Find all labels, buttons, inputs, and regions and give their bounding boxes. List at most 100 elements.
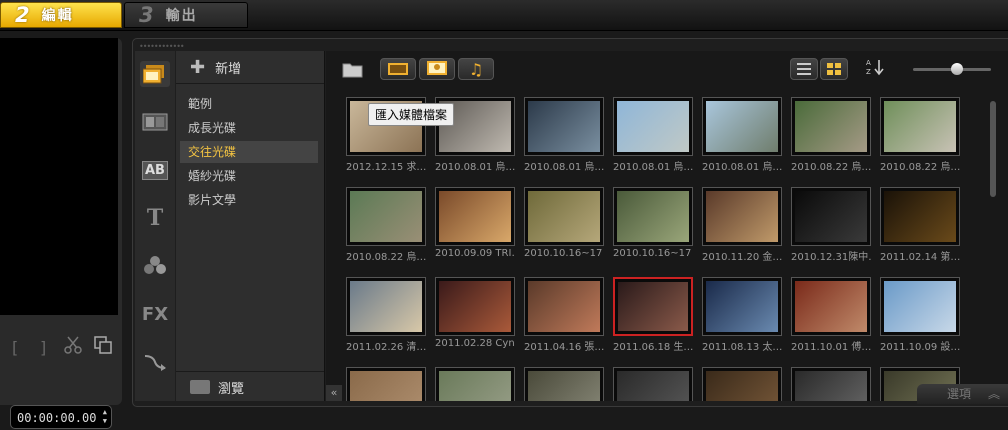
grid-view-icon xyxy=(827,60,841,79)
media-thumbnail[interactable] xyxy=(702,367,782,401)
folder-item[interactable]: 成長光碟 xyxy=(180,117,318,139)
thumbnail-image xyxy=(528,191,600,242)
media-thumbnail[interactable] xyxy=(702,277,782,336)
media-thumbnail[interactable] xyxy=(435,277,515,336)
step-label: 編輯 xyxy=(41,8,74,24)
thumbnail-caption: 2011.02.26 清… xyxy=(346,342,426,353)
media-thumbnail[interactable] xyxy=(613,97,693,156)
thumbnail-caption: 2010.12.31陳中… xyxy=(791,252,871,263)
title-icon[interactable]: AB xyxy=(140,157,170,183)
import-folder-icon[interactable] xyxy=(342,58,364,80)
media-icon[interactable] xyxy=(140,61,170,87)
copy-icon[interactable] xyxy=(94,336,112,358)
thumbnail-image xyxy=(439,371,511,401)
expand-up-icon: ︽ xyxy=(987,387,1000,401)
media-thumbnail[interactable] xyxy=(346,187,426,246)
plus-icon: ✚ xyxy=(190,56,206,78)
thumbnail-caption: 2010.10.16~17 … xyxy=(524,248,604,259)
add-folder-button[interactable]: ✚ 新增 xyxy=(176,51,324,84)
thumbnail-image xyxy=(706,101,778,152)
media-thumbnail[interactable] xyxy=(524,277,604,336)
media-thumbnail[interactable] xyxy=(524,187,604,246)
folder-item[interactable]: 範例 xyxy=(180,93,318,115)
show-photo-button[interactable] xyxy=(419,58,455,80)
video-icon xyxy=(388,60,408,79)
thumbnail-image xyxy=(617,101,689,152)
show-audio-button[interactable]: ♫ xyxy=(458,58,494,80)
media-thumbnail[interactable] xyxy=(791,367,871,401)
browse-button[interactable]: 瀏覽 xyxy=(176,371,324,402)
thumbnail-caption: 2011.08.13 太… xyxy=(702,342,782,353)
media-thumbnail[interactable] xyxy=(435,367,515,401)
photo-icon xyxy=(427,60,447,79)
thumbnail-caption: 2011.06.18 生… xyxy=(613,342,693,353)
media-thumbnail[interactable] xyxy=(880,187,960,246)
media-thumbnail[interactable] xyxy=(346,367,426,401)
thumbnail-image xyxy=(350,191,422,242)
thumbnail-caption: 2010.08.22 烏… xyxy=(791,162,871,173)
media-thumbnail[interactable] xyxy=(613,367,693,401)
graphics-icon[interactable] xyxy=(140,253,170,279)
tab-edit-step[interactable]: 2 編輯 xyxy=(0,2,122,28)
media-thumbnail[interactable] xyxy=(791,277,871,336)
mark-out-button[interactable]: ] xyxy=(40,338,46,357)
filter-icon[interactable]: FX xyxy=(140,301,170,327)
media-thumbnail[interactable] xyxy=(791,187,871,246)
options-button[interactable]: 選項 ︽ xyxy=(917,384,1008,404)
add-folder-label: 新增 xyxy=(215,61,242,77)
media-thumbnail[interactable] xyxy=(702,187,782,246)
media-library: ♫ 匯入媒體檔案 AZ 2012.12.15 求… 2010.08.01 烏… 20… xyxy=(326,51,1008,401)
list-view-button[interactable] xyxy=(790,58,818,80)
collapse-icon[interactable]: « xyxy=(326,385,342,401)
thumbnail-image xyxy=(706,191,778,242)
media-thumbnail[interactable] xyxy=(524,367,604,401)
show-video-button[interactable] xyxy=(380,58,416,80)
scissors-icon[interactable] xyxy=(64,336,82,358)
thumbnail-image xyxy=(884,191,956,242)
thumbnail-image xyxy=(617,191,689,242)
mark-in-button[interactable]: [ xyxy=(12,338,18,357)
text-icon[interactable]: T xyxy=(140,205,170,231)
step-number: 2 xyxy=(15,3,30,27)
library-category-bar: AB T FX xyxy=(135,51,175,401)
thumbnail-image xyxy=(706,281,778,332)
sort-button[interactable]: AZ xyxy=(864,58,886,80)
thumbnail-caption: 2012.12.15 求… xyxy=(346,162,426,173)
tab-output-step[interactable]: 3 輸出 xyxy=(124,2,248,28)
thumbnail-image xyxy=(795,101,867,152)
folder-item[interactable]: 婚紗光碟 xyxy=(180,165,318,187)
panel-grip[interactable]: •••••••••••• xyxy=(139,42,185,51)
transition-icon[interactable] xyxy=(140,109,170,135)
thumbnail-image xyxy=(884,281,956,332)
media-thumbnail[interactable] xyxy=(346,277,426,336)
thumbnail-size-slider[interactable] xyxy=(913,63,991,75)
thumbnail-caption: 2010.08.01 烏… xyxy=(613,162,693,173)
thumbnail-image xyxy=(439,191,511,242)
thumbnail-grid: 2012.12.15 求… 2010.08.01 烏… 2010.08.01 烏… 2… xyxy=(346,97,968,401)
media-thumbnail[interactable] xyxy=(880,97,960,156)
thumbnail-caption: 2011.02.14 第… xyxy=(880,252,960,263)
media-thumbnail[interactable] xyxy=(702,97,782,156)
media-thumbnail[interactable] xyxy=(435,187,515,246)
preview-panel: [ ] 00:00:00.00 ▲ ▼ xyxy=(0,38,122,429)
thumbnail-view-button[interactable] xyxy=(820,58,848,80)
sort-az-icon: AZ xyxy=(865,57,885,81)
media-thumbnail[interactable] xyxy=(613,187,693,246)
media-thumbnail[interactable] xyxy=(524,97,604,156)
list-view-icon xyxy=(797,60,811,79)
timecode-stepper-icon[interactable]: ▲ ▼ xyxy=(103,408,107,426)
timecode-field[interactable]: 00:00:00.00 ▲ ▼ xyxy=(10,405,112,429)
media-thumbnail[interactable] xyxy=(791,97,871,156)
slider-thumb[interactable] xyxy=(951,63,963,75)
media-thumbnail[interactable] xyxy=(880,277,960,336)
thumbnail-image xyxy=(350,281,422,332)
browse-icon xyxy=(190,380,210,394)
folder-item[interactable]: 影片文學 xyxy=(180,189,318,211)
folder-item-selected[interactable]: 交往光碟 xyxy=(180,141,318,163)
media-thumbnail[interactable] xyxy=(613,277,693,336)
thumbnail-caption: 2010.08.01 烏… xyxy=(702,162,782,173)
workflow-step-bar: 2 編輯 3 輸出 xyxy=(0,0,1008,31)
svg-text:A: A xyxy=(866,59,871,67)
path-icon[interactable] xyxy=(140,349,170,375)
vertical-scrollbar[interactable] xyxy=(990,101,996,197)
